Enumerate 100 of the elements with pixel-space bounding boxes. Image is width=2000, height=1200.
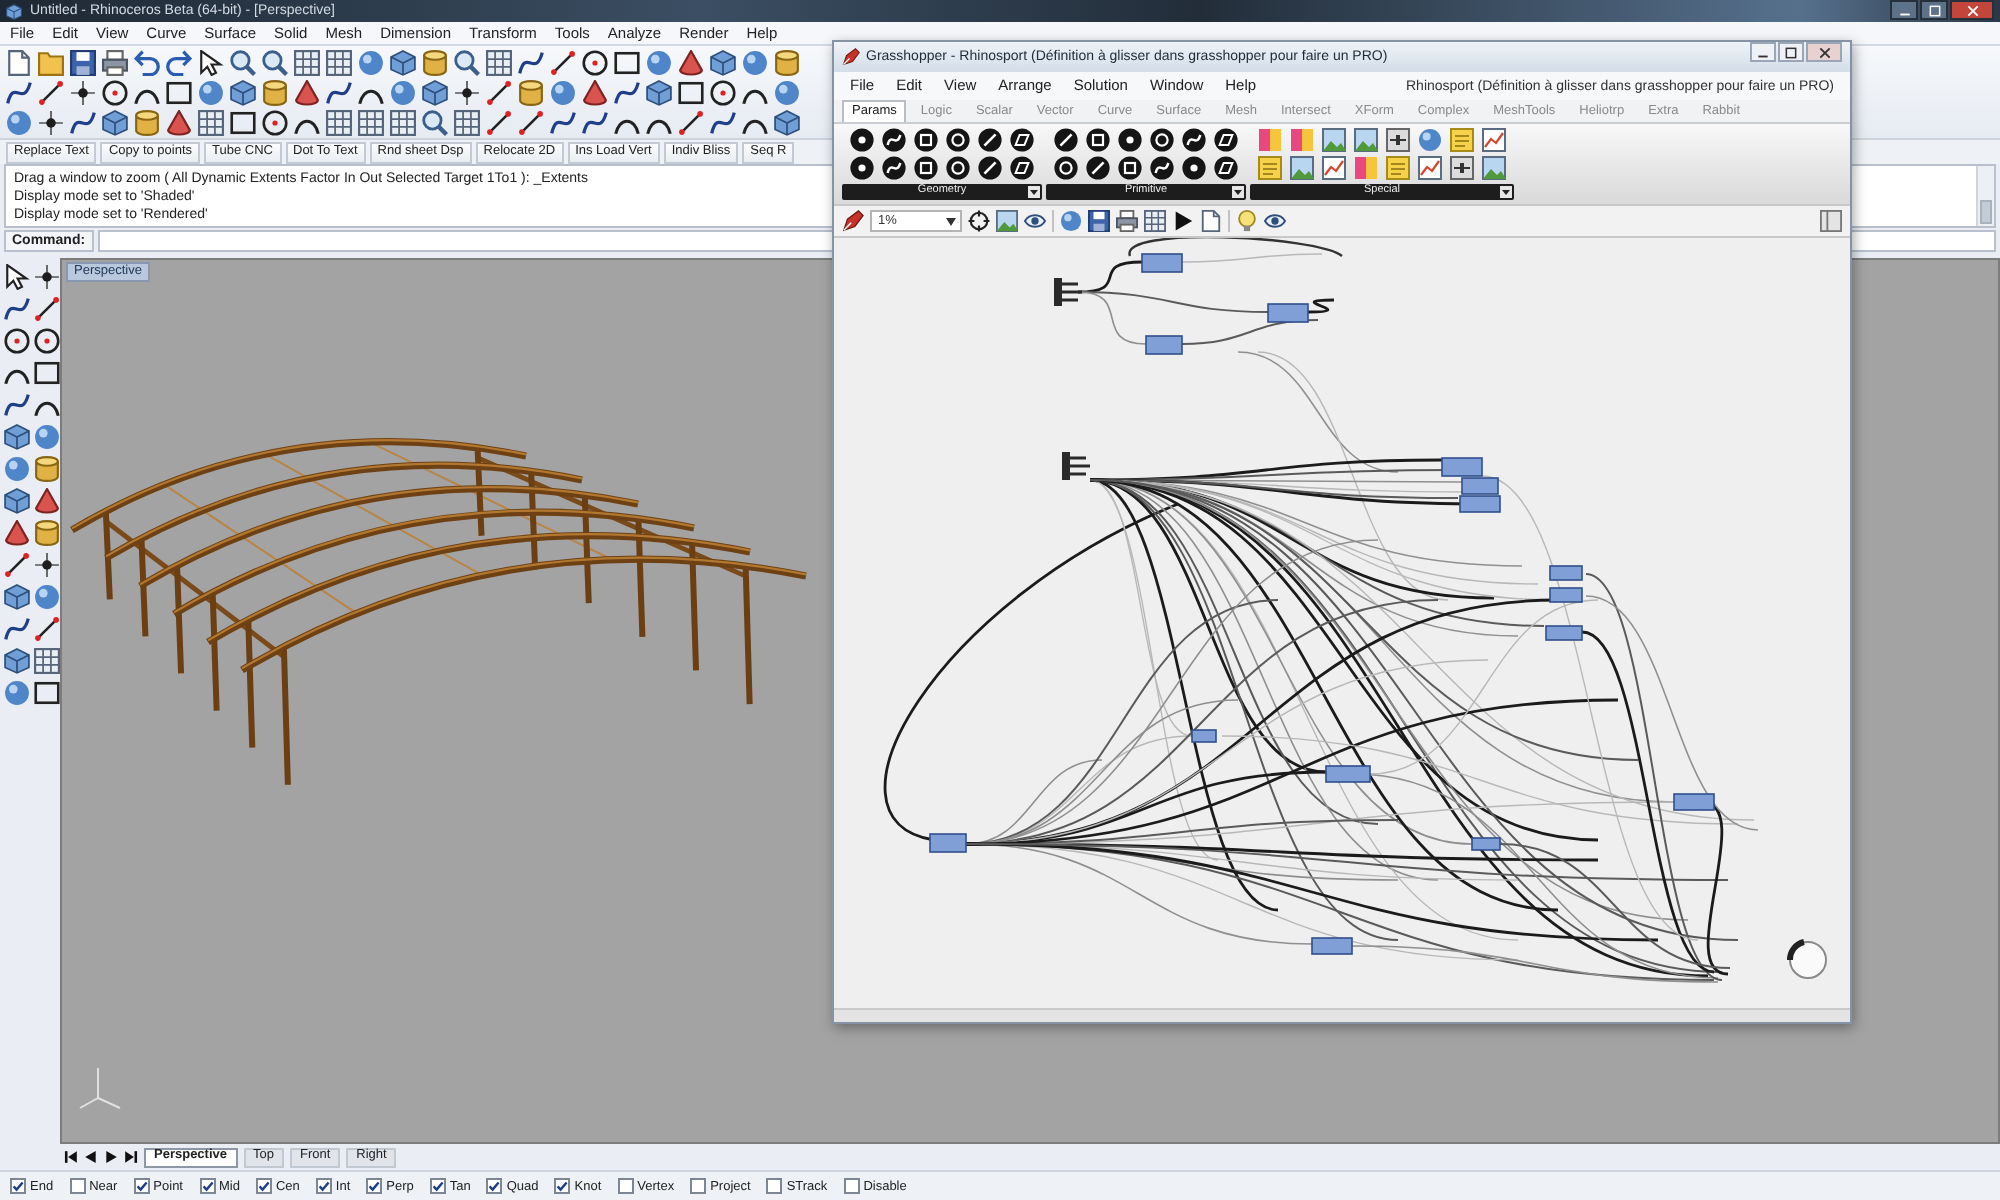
line-icon[interactable] (678, 109, 704, 135)
expand-icon[interactable] (1232, 186, 1244, 198)
zoom-icon[interactable] (230, 49, 256, 75)
circle-param-icon[interactable] (946, 156, 970, 180)
checkbox[interactable] (366, 1178, 383, 1194)
point-icon[interactable] (454, 79, 480, 105)
point-param-icon[interactable] (850, 128, 874, 152)
rectangle-icon[interactable] (614, 49, 640, 75)
circle-icon[interactable] (710, 79, 736, 105)
curve-icon[interactable] (550, 109, 576, 135)
line-param-icon[interactable] (978, 128, 1002, 152)
plane-param-icon[interactable] (1010, 128, 1034, 152)
circle-icon[interactable] (262, 109, 288, 135)
checkbox[interactable] (199, 1178, 215, 1194)
cylinder-icon[interactable] (34, 520, 60, 546)
line-icon[interactable] (486, 79, 512, 105)
checkbox[interactable] (10, 1178, 26, 1194)
grid-icon[interactable] (358, 109, 384, 135)
circle-param-icon[interactable] (1150, 128, 1174, 152)
component-node[interactable] (1673, 793, 1715, 811)
floppy-icon[interactable] (1088, 210, 1110, 232)
cube-icon[interactable] (646, 79, 672, 105)
checkbox[interactable] (843, 1178, 860, 1194)
gradient-icon[interactable] (1354, 156, 1378, 180)
slider-icon[interactable] (1450, 156, 1474, 180)
checkbox[interactable] (133, 1178, 150, 1194)
step-forward-icon[interactable] (104, 1150, 118, 1164)
line-param-icon[interactable] (1086, 156, 1110, 180)
skip-end-icon[interactable] (124, 1150, 138, 1164)
grid-icon[interactable] (198, 109, 224, 135)
cone-icon[interactable] (4, 520, 30, 546)
panel-toggle-icon[interactable] (1820, 210, 1842, 232)
image-icon[interactable] (996, 210, 1018, 232)
line-icon[interactable] (4, 552, 30, 578)
checkbox[interactable] (554, 1178, 571, 1194)
cone-icon[interactable] (34, 488, 60, 514)
skip-start-icon[interactable] (64, 1150, 78, 1164)
curve-param-icon[interactable] (882, 128, 906, 152)
cone-icon[interactable] (582, 79, 608, 105)
line-icon[interactable] (34, 296, 60, 322)
box-param-icon[interactable] (1086, 128, 1110, 152)
rectangle-icon[interactable] (230, 109, 256, 135)
point-icon[interactable] (70, 79, 96, 105)
grid-icon[interactable] (390, 109, 416, 135)
floppy-icon[interactable] (70, 49, 96, 75)
circle-param-icon[interactable] (946, 128, 970, 152)
cone-icon[interactable] (166, 109, 192, 135)
expand-icon[interactable] (1028, 186, 1040, 198)
line-icon[interactable] (34, 616, 60, 642)
document-icon[interactable] (6, 49, 32, 75)
curve-icon[interactable] (614, 79, 640, 105)
input-param-node[interactable] (1062, 452, 1092, 480)
scrollbar[interactable] (1976, 166, 1994, 226)
grid-icon[interactable] (486, 49, 512, 75)
circle-icon[interactable] (4, 328, 30, 354)
point-param-icon[interactable] (1182, 156, 1206, 180)
circle-icon[interactable] (34, 328, 60, 354)
printer-icon[interactable] (1116, 210, 1138, 232)
cube-icon[interactable] (4, 424, 30, 450)
component-node[interactable] (929, 833, 967, 853)
sphere-icon[interactable] (1418, 128, 1442, 152)
component-node[interactable] (1141, 253, 1183, 273)
cylinder-icon[interactable] (134, 109, 160, 135)
rectangle-icon[interactable] (166, 79, 192, 105)
step-back-icon[interactable] (84, 1150, 98, 1164)
zoom-icon[interactable] (262, 49, 288, 75)
cylinder-icon[interactable] (262, 79, 288, 105)
point-icon[interactable] (34, 264, 60, 290)
cube-icon[interactable] (102, 109, 128, 135)
circle-param-icon[interactable] (1054, 156, 1078, 180)
cube-icon[interactable] (230, 79, 256, 105)
box-param-icon[interactable] (914, 128, 938, 152)
pen-icon[interactable] (842, 210, 864, 232)
curve-icon[interactable] (518, 49, 544, 75)
grid-icon[interactable] (34, 648, 60, 674)
cube-icon[interactable] (422, 79, 448, 105)
node-canvas[interactable] (834, 238, 1850, 1008)
point-icon[interactable] (38, 109, 64, 135)
maximize-icon[interactable] (1784, 45, 1798, 59)
printer-icon[interactable] (102, 49, 128, 75)
cylinder-icon[interactable] (518, 79, 544, 105)
eye-icon[interactable] (1024, 210, 1046, 232)
point-param-icon[interactable] (850, 156, 874, 180)
cursor-icon[interactable] (198, 49, 224, 75)
point-param-icon[interactable] (1118, 128, 1142, 152)
checkbox[interactable] (69, 1178, 86, 1194)
component-node[interactable] (1459, 495, 1501, 513)
cone-icon[interactable] (294, 79, 320, 105)
checkbox[interactable] (429, 1178, 446, 1194)
target-icon[interactable] (968, 210, 990, 232)
checkbox[interactable] (690, 1178, 707, 1194)
grid-icon[interactable] (454, 109, 480, 135)
component-node[interactable] (1549, 565, 1583, 581)
checkbox[interactable] (486, 1178, 503, 1194)
grid-icon[interactable] (326, 49, 352, 75)
cone-icon[interactable] (678, 49, 704, 75)
minimize-button[interactable] (1890, 0, 1918, 20)
cube-icon[interactable] (4, 584, 30, 610)
component-node[interactable] (1549, 587, 1583, 603)
box-param-icon[interactable] (914, 156, 938, 180)
